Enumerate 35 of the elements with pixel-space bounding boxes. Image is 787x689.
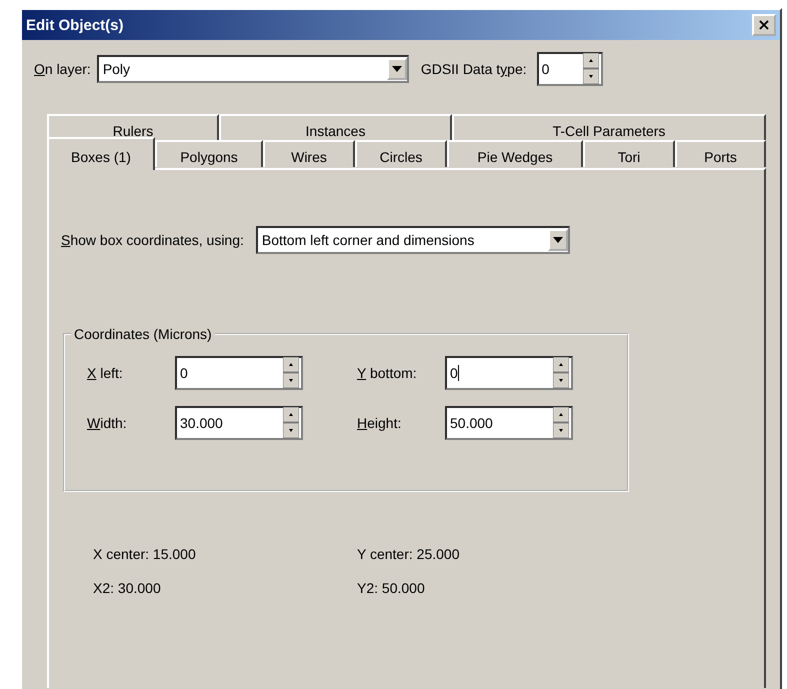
tab[interactable]: Wires [263, 140, 355, 167]
number-field[interactable]: 0 [175, 356, 303, 390]
data-type-field[interactable]: 0 [536, 52, 603, 86]
field-label: Y bottom: [357, 365, 418, 381]
coordinate-mode-dropdown[interactable]: Bottom left corner and dimensions [256, 226, 570, 254]
field-label: Height: [357, 415, 402, 431]
readout-text: X2: 30.000 [93, 580, 162, 596]
number-field[interactable]: 30.000 [175, 406, 303, 440]
spin-buttons[interactable] [553, 357, 569, 389]
tab[interactable]: Polygons [155, 140, 263, 167]
group-title: Coordinates (Microns) [73, 326, 213, 342]
window-title: Edit Object(s) [26, 16, 124, 34]
tab[interactable]: Instances [219, 114, 452, 141]
field-label: X left: [87, 365, 124, 381]
tab[interactable]: Boxes (1) [47, 137, 155, 170]
readout-text: Y center: 25.000 [357, 546, 460, 562]
spin-buttons[interactable] [283, 357, 299, 389]
spin-buttons[interactable] [582, 53, 599, 85]
tab[interactable]: Ports [675, 140, 766, 167]
tab[interactable]: Tori [583, 140, 675, 167]
readout-text: Y2: 50.000 [357, 580, 426, 596]
tab[interactable]: T-Cell Parameters [452, 114, 766, 141]
field-label: Width: [87, 415, 128, 431]
spin-buttons[interactable] [553, 407, 569, 439]
show-coordinates-label: Show box coordinates, using: [61, 232, 244, 248]
number-field[interactable]: 50.000 [445, 406, 573, 440]
layer-dropdown[interactable]: Poly [96, 55, 409, 83]
data-type-label: GDSII Data type: [420, 61, 527, 77]
number-field[interactable]: 0 [445, 356, 573, 390]
spin-buttons[interactable] [283, 407, 299, 439]
close-button[interactable]: × [752, 14, 776, 36]
readout-text: X center: 15.000 [93, 546, 197, 562]
tab[interactable]: Pie Wedges [447, 140, 583, 167]
tab[interactable]: Circles [355, 140, 447, 167]
layer-label: On layer: [34, 61, 91, 77]
